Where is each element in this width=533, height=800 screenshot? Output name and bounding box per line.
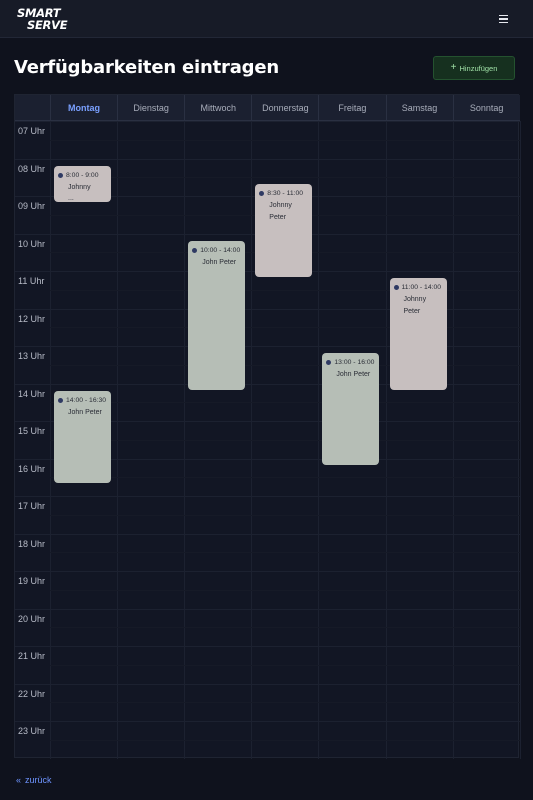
event-time: 11:00 - 14:00: [401, 284, 442, 291]
hour-label: 09 Uhr: [18, 201, 46, 211]
hour-label: 10 Uhr: [18, 238, 46, 249]
calendar-header: Montag Dienstag Mittwoch Donnerstag Freitag S…: [15, 95, 520, 121]
grid-half-hour-line: [50, 402, 520, 404]
event-person-name: Johnny: [403, 296, 427, 303]
day-header-freitag: Freitag: [318, 95, 385, 121]
event-person-name: Johnny: [269, 202, 292, 210]
grid-hour-line: [15, 721, 520, 722]
event-dot-icon: [192, 247, 198, 253]
grid-half-hour-line: [50, 139, 520, 141]
event-time-row: 13:00 - 16:00: [326, 359, 376, 366]
day-header-dienstag: Dienstag: [117, 95, 184, 121]
hour-label: 14 Uhr: [18, 388, 46, 399]
event-dot-icon: [58, 172, 63, 178]
event-person-name: Peter: [403, 307, 421, 315]
grid-half-hour-line: [50, 664, 520, 666]
grid-hour-line: [15, 496, 520, 497]
hour-label: 17 Uhr: [18, 501, 46, 511]
hour-label: 20 Uhr: [18, 613, 46, 624]
event-time: 10:00 - 14:00: [200, 246, 241, 254]
day-header-montag: Montag: [50, 95, 117, 121]
smartserve-logo[interactable]: SMART SERVE: [17, 7, 77, 33]
grid-hour-line: [15, 121, 520, 122]
grid-half-hour-line: [50, 327, 520, 329]
event-time: 13:00 - 16:00: [334, 359, 375, 366]
day-header-samstag: Samstag: [385, 95, 453, 121]
grid-half-hour-line: [50, 177, 520, 179]
event-person-name: ...: [68, 195, 74, 202]
add-availability-button[interactable]: + Hinzufügen: [433, 56, 515, 80]
event-time-row: 14:00 - 16:30: [58, 397, 108, 404]
event-person-name: Johnny: [68, 183, 91, 191]
logo-line-2: SERVE: [27, 18, 68, 32]
event-time-row: 10:00 - 14:00: [192, 247, 242, 254]
grid-half-hour-line: [50, 514, 520, 516]
availability-event[interactable]: 14:00 - 16:30 John Peter: [54, 390, 112, 484]
event-time: 14:00 - 16:30: [66, 396, 107, 404]
day-header-mittwoch: Mittwoch: [184, 95, 251, 121]
availability-event[interactable]: 8:30 - 11:00 Johnny Peter: [255, 184, 313, 277]
hour-label: 21 Uhr: [18, 651, 46, 661]
day-header-sonntag: Sonntag: [452, 95, 520, 121]
event-dot-icon: [326, 360, 332, 365]
double-chevron-left-icon: «: [16, 775, 22, 785]
event-time-row: 8:00 - 9:00: [58, 172, 108, 179]
hour-label: 07 Uhr: [18, 126, 46, 136]
hour-label: 11 Uhr: [18, 276, 45, 286]
hour-label: 23 Uhr: [18, 726, 46, 736]
event-person-name: John Peter: [202, 258, 237, 266]
grid-half-hour-line: [50, 739, 520, 741]
event-time: 8:30 - 11:00: [267, 190, 304, 198]
grid-hour-line: [15, 683, 520, 685]
grid-half-hour-line: [50, 702, 520, 704]
hour-label: 12 Uhr: [18, 313, 46, 324]
grid-half-hour-line: [50, 289, 520, 291]
hour-label: 15 Uhr: [18, 426, 46, 436]
week-calendar: Montag Dienstag Mittwoch Donnerstag Freitag S…: [14, 94, 521, 759]
event-time: 8:00 - 9:00: [66, 171, 99, 179]
back-link[interactable]: « zurück: [16, 775, 52, 785]
grid-hour-line: [15, 533, 520, 535]
grid-hour-line: [15, 646, 520, 647]
availability-event[interactable]: 8:00 - 9:00 Johnny...: [54, 165, 112, 202]
top-navbar: SMART SERVE: [0, 0, 533, 38]
availability-event[interactable]: 11:00 - 14:00 Johnny Peter: [389, 278, 447, 390]
grid-half-hour-line: [50, 627, 520, 629]
grid-half-hour-line: [50, 439, 520, 441]
event-person-name: John Peter: [68, 408, 102, 416]
hour-label: 22 Uhr: [18, 688, 46, 699]
event-time-row: 11:00 - 14:00: [393, 284, 444, 291]
event-dot-icon: [58, 397, 63, 403]
grid-half-hour-line: [50, 477, 520, 479]
event-person-name: John Peter: [336, 371, 371, 378]
page-title: Verfügbarkeiten eintragen: [14, 57, 279, 78]
event-time-row: 8:30 - 11:00: [259, 190, 309, 197]
back-link-label: zurück: [25, 775, 52, 785]
hamburger-icon[interactable]: [493, 11, 513, 27]
grid-hour-line: [15, 608, 520, 610]
grid-half-hour-line: [50, 364, 520, 366]
availability-event[interactable]: 13:00 - 16:00 John Peter: [322, 353, 380, 465]
add-button-label: Hinzufügen: [459, 63, 498, 73]
grid-half-hour-line: [50, 589, 520, 591]
hour-label: 13 Uhr: [18, 351, 46, 361]
grid-hour-line: [15, 158, 520, 160]
plus-icon: +: [450, 62, 457, 73]
grid-half-hour-line: [50, 552, 520, 554]
event-dot-icon: [259, 191, 265, 197]
event-person-name: Peter: [269, 213, 287, 221]
event-dot-icon: [393, 285, 399, 290]
availability-event[interactable]: 10:00 - 14:00 John Peter: [188, 240, 246, 390]
hour-label: 08 Uhr: [18, 163, 46, 174]
grid-hour-line: [15, 571, 520, 572]
hour-label: 16 Uhr: [18, 463, 46, 474]
day-header-donnerstag: Donnerstag: [251, 95, 318, 121]
hour-label: 18 Uhr: [18, 538, 46, 549]
hour-label: 19 Uhr: [18, 576, 46, 586]
